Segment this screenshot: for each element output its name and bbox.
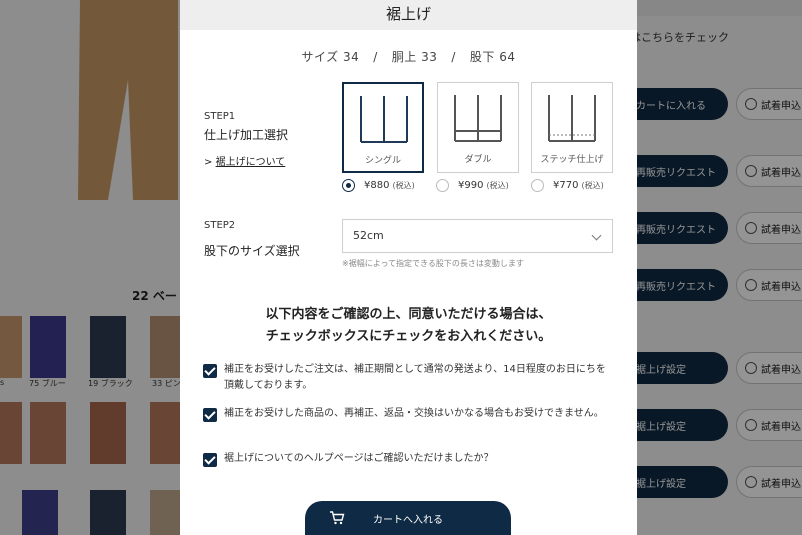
- step1-title: 仕上げ加工選択: [204, 128, 289, 142]
- finish-option-stitch[interactable]: ステッチ仕上げ: [531, 82, 613, 173]
- add-to-cart-button[interactable]: カートへ入れる: [305, 501, 511, 535]
- cart-icon: [330, 511, 345, 525]
- finish-option-single[interactable]: シングル: [342, 82, 424, 173]
- finish-option-double[interactable]: ダブル: [437, 82, 519, 173]
- chevron-right-icon: >: [204, 157, 213, 168]
- waist-value: 胴上 33: [391, 50, 438, 64]
- modal-title: 裾上げ: [180, 0, 637, 30]
- step2-label: STEP2: [204, 220, 236, 231]
- inseam-select[interactable]: 52cm: [342, 219, 613, 253]
- confirm-heading: 以下内容をご確認の上、同意いただける場合は、 チェックボックスにチェックをお入れ…: [265, 307, 552, 344]
- size-value: サイズ 34: [301, 50, 360, 64]
- chevron-down-icon: [591, 230, 602, 241]
- inseam-select-value: 52cm: [353, 229, 384, 242]
- option-name: シングル: [364, 156, 401, 166]
- agree-checkbox-3[interactable]: [203, 453, 217, 467]
- option-name: ステッチ仕上げ: [540, 155, 604, 165]
- inseam-note: ※裾幅によって指定できる股下の長さは変動します: [342, 259, 524, 268]
- option-name: ダブル: [464, 155, 492, 165]
- agree-text-1: 補正をお受けしたご注文は、補正期間として通常の発送より、14日程度のお日にちを頂…: [224, 364, 606, 391]
- size-summary: サイズ 34 / 胴上 33 / 股下 64: [180, 48, 637, 65]
- step2-title: 股下のサイズ選択: [204, 244, 300, 258]
- agree-text-3: 裾上げについてのヘルプページはご確認いただけましたか？: [224, 453, 494, 464]
- double-finish-icon: [454, 95, 502, 142]
- radio-single[interactable]: [342, 179, 355, 192]
- step1-label: STEP1: [204, 111, 236, 122]
- inseam-value: 股下 64: [469, 50, 516, 64]
- single-finish-icon: [360, 96, 408, 143]
- hem-alteration-modal: 裾上げ サイズ 34 / 胴上 33 / 股下 64 STEP1 仕上げ加工選択 > 裾…: [180, 0, 637, 535]
- hem-help-link-text: 裾上げについて: [215, 157, 286, 168]
- radio-double[interactable]: [436, 179, 449, 192]
- add-to-cart-label: カートへ入れる: [373, 514, 443, 526]
- agree-checkbox-1[interactable]: [203, 364, 217, 378]
- agree-checkbox-2[interactable]: [203, 408, 217, 422]
- agree-text-2: 補正をお受けした商品の、再補正、返品・交換はいかなる場合もお受けできません。: [224, 408, 604, 419]
- separator: /: [451, 50, 456, 64]
- hem-help-link[interactable]: > 裾上げについて: [204, 153, 285, 168]
- price-stitch: ¥770 (税込): [553, 180, 604, 191]
- stitch-finish-icon: [548, 95, 596, 142]
- price-single: ¥880 (税込): [364, 180, 415, 191]
- separator: /: [373, 50, 378, 64]
- price-double: ¥990 (税込): [458, 180, 509, 191]
- radio-stitch[interactable]: [531, 179, 544, 192]
